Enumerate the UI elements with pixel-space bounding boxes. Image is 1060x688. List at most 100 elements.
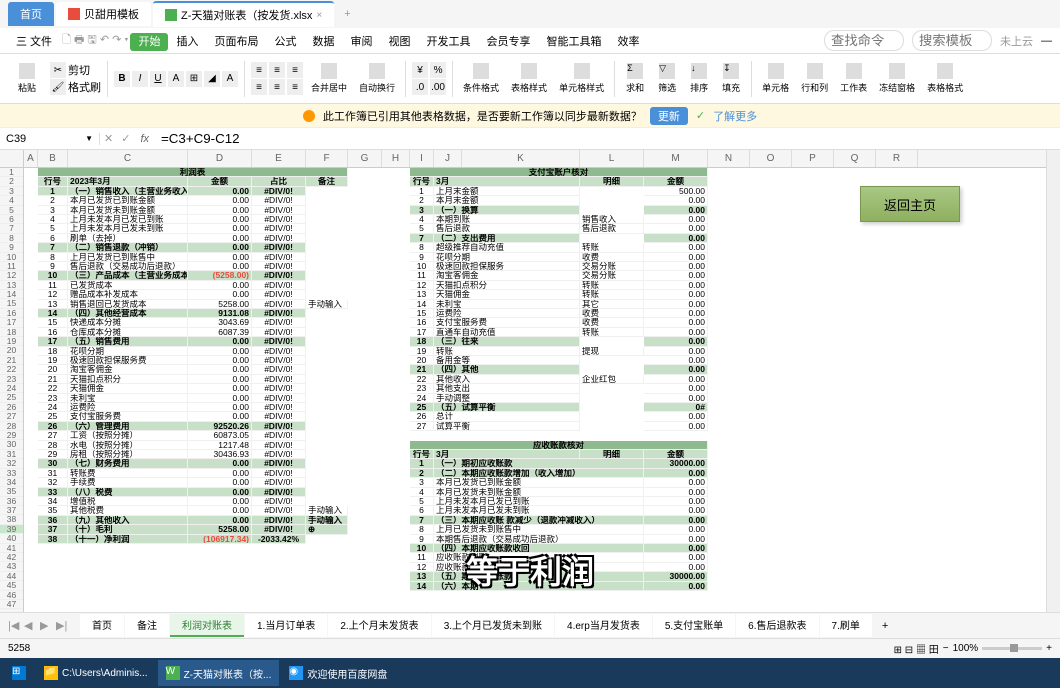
cell[interactable]: 0.00 [188, 459, 252, 468]
cell[interactable]: 0.00 [188, 403, 252, 412]
cell[interactable]: 10 [410, 262, 434, 271]
cell[interactable]: 应收账款退回 [434, 563, 644, 572]
cell[interactable]: 14 [38, 309, 68, 318]
cell[interactable]: 8 [38, 253, 68, 262]
cell[interactable]: 60873.05 [188, 431, 252, 440]
cell[interactable]: 0.00 [644, 243, 708, 252]
cell[interactable]: 5258.00 [188, 300, 252, 309]
cell[interactable]: 0.00 [188, 365, 252, 374]
cell[interactable]: （四）其他经营成本 [68, 309, 188, 318]
font-color[interactable]: A [222, 71, 238, 87]
menu-智能工具箱[interactable]: 智能工具箱 [538, 33, 609, 51]
cell[interactable]: 14 [410, 582, 434, 591]
cell[interactable]: 售后退款 [434, 224, 580, 233]
cell[interactable]: （四）本期应收账款收回 [434, 544, 644, 553]
menu-开发工具[interactable]: 开发工具 [418, 33, 478, 51]
col-header-F[interactable]: F [306, 150, 348, 167]
cell[interactable]: 0.00 [644, 309, 708, 318]
cell[interactable]: #DIV/0! [252, 271, 306, 280]
cell[interactable]: 16 [38, 328, 68, 337]
sheet-tab[interactable]: 2.上个月未发货表 [328, 614, 430, 637]
cell[interactable]: （十一）净利润 [68, 535, 188, 544]
cell[interactable]: 0.00 [644, 356, 708, 365]
home-tab[interactable]: 首页 [8, 2, 54, 26]
cell[interactable]: #DIV/0! [252, 243, 306, 252]
menu-插入[interactable]: 插入 [168, 33, 206, 51]
explorer-task[interactable]: 📁C:\Users\Adminis... [36, 660, 156, 686]
cell[interactable]: 0.00 [188, 224, 252, 233]
sheet-tab[interactable]: 1.当月订单表 [245, 614, 327, 637]
font-more[interactable]: A [168, 71, 184, 87]
cell[interactable]: 0.00 [188, 290, 252, 299]
cell[interactable]: 30000.00 [644, 459, 708, 468]
add-sheet[interactable]: + [874, 620, 896, 632]
cell[interactable]: #DIV/0! [252, 365, 306, 374]
cell[interactable]: #DIV/0! [252, 337, 306, 346]
cell[interactable]: 0.00 [644, 384, 708, 393]
zoom-out[interactable]: − [943, 643, 949, 654]
cell[interactable]: 应收账款核对 [410, 441, 708, 450]
cell[interactable]: 27 [38, 431, 68, 440]
chevron-down-icon[interactable]: ▼ [85, 134, 93, 143]
cell[interactable]: 手动输入 [306, 300, 348, 309]
wps-task[interactable]: WZ-天猫对账表（按... [158, 660, 280, 686]
cell[interactable]: 11 [410, 553, 434, 562]
zoom-in[interactable]: + [1046, 643, 1052, 654]
cell[interactable]: 0.00 [644, 525, 708, 534]
cell[interactable]: 0.00 [644, 497, 708, 506]
cell[interactable]: 15 [38, 318, 68, 327]
cell[interactable]: 上月末金额 [434, 187, 580, 196]
cell[interactable]: 21 [410, 365, 434, 374]
cell[interactable]: #DIV/0! [252, 497, 306, 506]
cell[interactable]: 上月未发本月已发已到账 [68, 215, 188, 224]
cell[interactable]: 3043.69 [188, 318, 252, 327]
sheet-tab[interactable]: 首页 [80, 614, 124, 637]
cell[interactable]: 11 [38, 281, 68, 290]
wrap-button[interactable]: 自动换行 [355, 59, 399, 99]
cell[interactable]: 0.00 [644, 281, 708, 290]
cell[interactable]: （二）销售退款（冲销） [68, 243, 188, 252]
cell[interactable]: 9 [410, 535, 434, 544]
cell[interactable]: 26 [38, 422, 68, 431]
cell[interactable]: 3月 [434, 450, 580, 459]
sheet-tab[interactable]: 7.刷单 [820, 614, 872, 637]
cell[interactable]: 4 [410, 215, 434, 224]
col-header-N[interactable]: N [708, 150, 750, 167]
freeze-button[interactable]: 冻结窗格 [875, 59, 919, 99]
cell[interactable]: （四）其他 [434, 365, 580, 374]
add-tab-button[interactable]: + [336, 8, 358, 20]
paste-button[interactable]: 粘贴 [8, 59, 46, 99]
cell[interactable]: 0.00 [188, 375, 252, 384]
cell[interactable]: #DIV/0! [252, 394, 306, 403]
cell[interactable]: -2033.42% [252, 535, 306, 544]
cell[interactable]: #DIV/0! [252, 253, 306, 262]
cell[interactable]: 0.00 [188, 253, 252, 262]
cell[interactable]: 3 [410, 206, 434, 215]
learn-more-link[interactable]: 了解更多 [713, 108, 757, 124]
sheet-first[interactable]: |◀ [8, 619, 22, 633]
col-header-D[interactable]: D [188, 150, 252, 167]
cell[interactable]: 转账 [580, 290, 644, 299]
sheet-prev[interactable]: ◀ [24, 619, 38, 633]
cell[interactable]: 0.00 [188, 206, 252, 215]
cell[interactable]: 转账 [434, 347, 580, 356]
cell[interactable]: 7 [38, 243, 68, 252]
cell[interactable]: 直通车自动充值 [434, 328, 580, 337]
cell[interactable]: #DIV/0! [252, 318, 306, 327]
cell[interactable]: 12 [410, 281, 434, 290]
cell[interactable]: 工资（按照分摊） [68, 431, 188, 440]
sheet-button[interactable]: 工作表 [836, 59, 871, 99]
cell[interactable]: 0.00 [188, 281, 252, 290]
cell[interactable]: 9131.08 [188, 309, 252, 318]
col-header-O[interactable]: O [750, 150, 792, 167]
cell[interactable]: 手续费 [68, 478, 188, 487]
cell[interactable]: 2 [410, 196, 434, 205]
align-mid[interactable]: ≡ [269, 62, 285, 78]
cell[interactable]: 35 [38, 506, 68, 515]
format-painter[interactable]: 🖌 [50, 79, 66, 95]
col-header-P[interactable]: P [792, 150, 834, 167]
cell[interactable]: 转账 [580, 243, 644, 252]
cell[interactable]: 收费 [580, 253, 644, 262]
cell[interactable]: 提现 [580, 347, 644, 356]
cell[interactable]: 0# [644, 403, 708, 412]
